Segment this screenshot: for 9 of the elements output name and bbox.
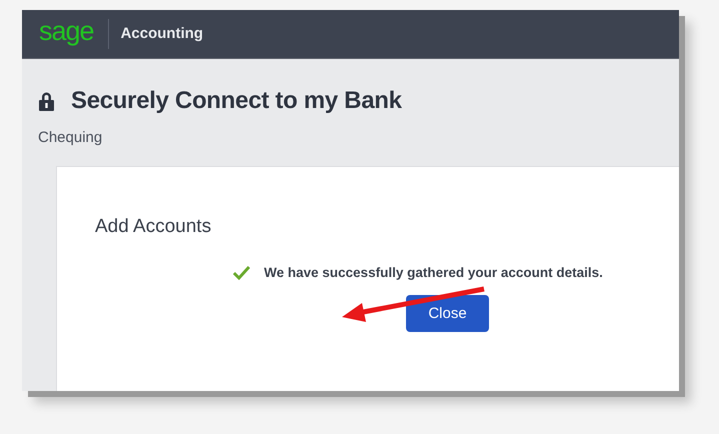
close-button[interactable]: Close [406, 295, 489, 332]
check-icon [233, 266, 250, 280]
card-title: Add Accounts [95, 216, 212, 236]
success-message: We have successfully gathered your account details. [264, 264, 603, 282]
lock-icon [38, 91, 55, 111]
page-title: Securely Connect to my Bank [71, 86, 402, 116]
logo: sage [39, 18, 94, 44]
page-subtitle: Chequing [38, 128, 104, 148]
app-name: Accounting [120, 24, 204, 44]
